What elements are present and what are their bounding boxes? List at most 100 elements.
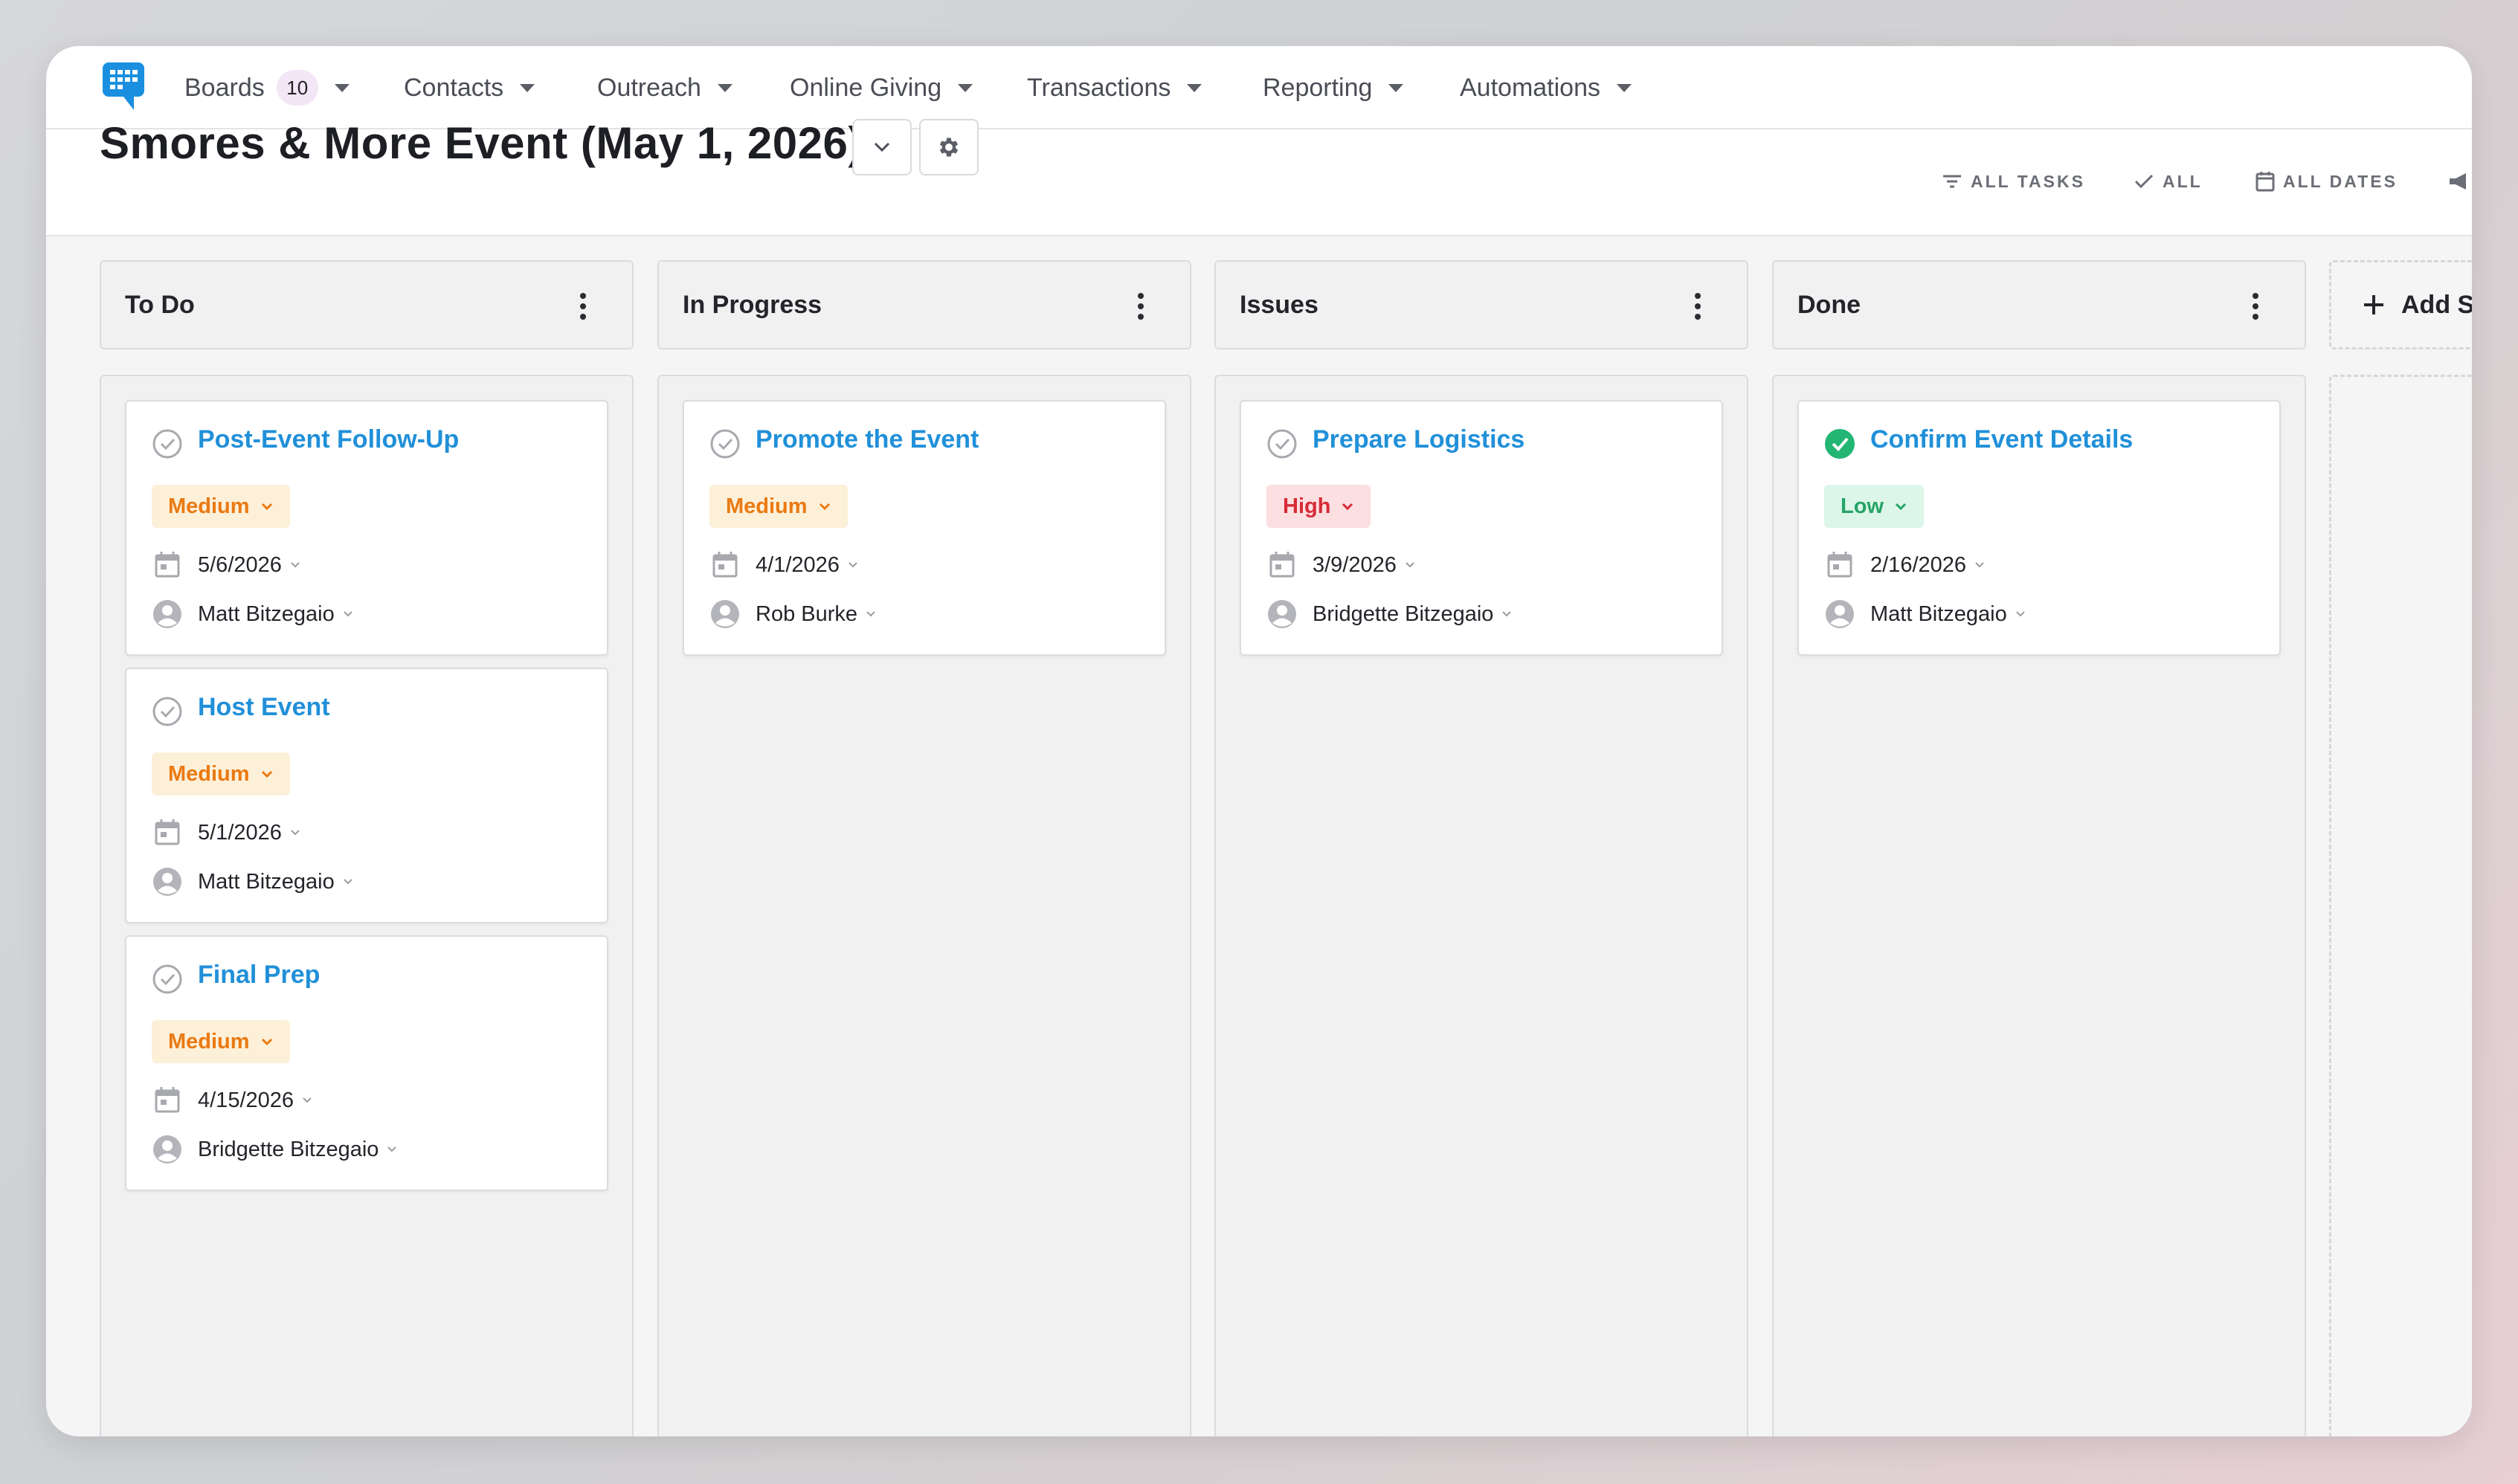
due-date-dropdown[interactable]: 4/1/2026 (709, 549, 859, 581)
priority-dropdown[interactable]: High (1266, 485, 1371, 528)
caret-down-icon (334, 83, 350, 92)
caret-down-icon (958, 83, 973, 92)
chevron-down-icon (387, 1146, 397, 1152)
board-menu-button[interactable] (852, 119, 912, 175)
announcements-button[interactable] (2447, 165, 2472, 198)
task-title[interactable]: Host Event (198, 693, 330, 722)
assignee-dropdown[interactable]: Matt Bitzegaio (152, 598, 354, 630)
due-date: 5/6/2026 (198, 552, 282, 577)
due-date-dropdown[interactable]: 4/15/2026 (152, 1084, 313, 1117)
column-title: To Do (125, 290, 195, 319)
calendar-icon (155, 1087, 180, 1113)
nav-label: Contacts (404, 73, 504, 102)
nav-transactions[interactable]: Transactions (1027, 46, 1202, 129)
due-date: 5/1/2026 (198, 820, 282, 845)
filter-all-dates[interactable]: ALL DATES (2255, 165, 2398, 198)
check-circle-icon[interactable] (1266, 428, 1298, 459)
filter-all-tasks[interactable]: ALL TASKS (1941, 165, 2085, 198)
kebab-menu-icon[interactable] (2251, 291, 2260, 321)
user-avatar-icon (153, 600, 181, 628)
check-circle-filled-icon[interactable] (1824, 428, 1855, 459)
board-settings-button[interactable] (919, 119, 979, 175)
column-title: Issues (1240, 290, 1318, 319)
kebab-menu-icon[interactable] (579, 291, 587, 321)
chevron-down-icon (303, 1097, 312, 1103)
user-avatar-icon (711, 600, 739, 628)
add-stage-button[interactable]: Add S (2329, 260, 2472, 349)
due-date-dropdown[interactable]: 5/6/2026 (152, 549, 301, 581)
chevron-down-icon (291, 830, 300, 836)
priority-dropdown[interactable]: Medium (152, 752, 290, 796)
task-card[interactable]: Final Prep Medium 4/15/2026 Bridgette Bi… (125, 935, 608, 1191)
chevron-down-icon (261, 770, 272, 778)
assignee-dropdown[interactable]: Matt Bitzegaio (152, 865, 354, 898)
boards-count-badge: 10 (276, 70, 318, 106)
task-title[interactable]: Prepare Logistics (1313, 425, 1524, 454)
chevron-down-icon (261, 503, 272, 511)
assignee-dropdown[interactable]: Bridgette Bitzegaio (1266, 598, 1513, 630)
assignee-name: Bridgette Bitzegaio (1313, 601, 1494, 626)
task-title[interactable]: Promote the Event (756, 425, 979, 454)
due-date-dropdown[interactable]: 5/1/2026 (152, 816, 301, 849)
chevron-down-icon (2016, 611, 2025, 617)
app-logo-icon[interactable] (101, 61, 146, 112)
assignee-dropdown[interactable]: Rob Burke (709, 598, 877, 630)
app-window: Boards 10 Contacts Outreach Online Givin… (46, 46, 2472, 1436)
assignee-name: Matt Bitzegaio (1870, 601, 2007, 626)
assignee-name: Matt Bitzegaio (198, 869, 335, 894)
calendar-icon (2255, 172, 2275, 192)
priority-dropdown[interactable]: Low (1824, 485, 1924, 528)
caret-down-icon (520, 83, 535, 92)
assignee-name: Matt Bitzegaio (198, 601, 335, 626)
chevron-down-icon (1502, 611, 1512, 617)
due-date-dropdown[interactable]: 3/9/2026 (1266, 549, 1416, 581)
caret-down-icon (1187, 83, 1202, 92)
priority-label: Medium (168, 1029, 250, 1054)
task-card[interactable]: Post-Event Follow-Up Medium 5/6/2026 Mat… (125, 400, 608, 656)
column-title: Done (1797, 290, 1861, 319)
due-date: 3/9/2026 (1313, 552, 1397, 577)
plus-icon (2364, 295, 2383, 314)
task-title[interactable]: Confirm Event Details (1870, 425, 2133, 454)
task-card[interactable]: Promote the Event Medium 4/1/2026 Rob Bu… (683, 400, 1166, 656)
due-date-dropdown[interactable]: 2/16/2026 (1824, 549, 1986, 581)
check-circle-icon[interactable] (152, 964, 183, 995)
check-circle-icon[interactable] (709, 428, 741, 459)
column-title: In Progress (683, 290, 822, 319)
task-card[interactable]: Host Event Medium 5/1/2026 Matt Bitzegai… (125, 668, 608, 923)
chevron-down-icon (344, 879, 352, 885)
megaphone-icon (2450, 173, 2466, 190)
assignee-dropdown[interactable]: Matt Bitzegaio (1824, 598, 2026, 630)
chevron-down-icon (1975, 562, 1984, 568)
task-title[interactable]: Post-Event Follow-Up (198, 425, 459, 454)
priority-dropdown[interactable]: Medium (152, 485, 290, 528)
task-card[interactable]: Confirm Event Details Low 2/16/2026 Matt… (1797, 400, 2281, 656)
check-circle-icon[interactable] (152, 428, 183, 459)
assignee-name: Rob Burke (756, 601, 858, 626)
task-title[interactable]: Final Prep (198, 961, 320, 990)
filter-all-status[interactable]: ALL (2133, 165, 2203, 198)
nav-label: Reporting (1263, 73, 1373, 102)
nav-automations[interactable]: Automations (1460, 46, 1632, 129)
nav-reporting[interactable]: Reporting (1263, 46, 1404, 129)
calendar-icon (1827, 552, 1852, 578)
chevron-down-icon (819, 503, 830, 511)
assignee-dropdown[interactable]: Bridgette Bitzegaio (152, 1133, 398, 1166)
filter-icon (1943, 175, 1961, 188)
kebab-menu-icon[interactable] (1693, 291, 1702, 321)
calendar-icon (155, 819, 180, 845)
column-header-in-progress: In Progress (657, 260, 1191, 349)
priority-label: Medium (168, 494, 250, 518)
add-stage-label: Add S (2401, 290, 2472, 319)
task-card[interactable]: Prepare Logistics High 3/9/2026 Bridgett… (1240, 400, 1723, 656)
check-circle-icon[interactable] (152, 696, 183, 727)
kebab-menu-icon[interactable] (1136, 291, 1145, 321)
chevron-down-icon (849, 562, 857, 568)
chevron-down-icon (261, 1038, 272, 1046)
due-date: 4/15/2026 (198, 1088, 294, 1112)
priority-dropdown[interactable]: Medium (709, 485, 848, 528)
chevron-down-icon (344, 611, 352, 617)
filter-label: ALL (2163, 171, 2203, 191)
check-icon (2134, 174, 2154, 189)
priority-dropdown[interactable]: Medium (152, 1020, 290, 1063)
